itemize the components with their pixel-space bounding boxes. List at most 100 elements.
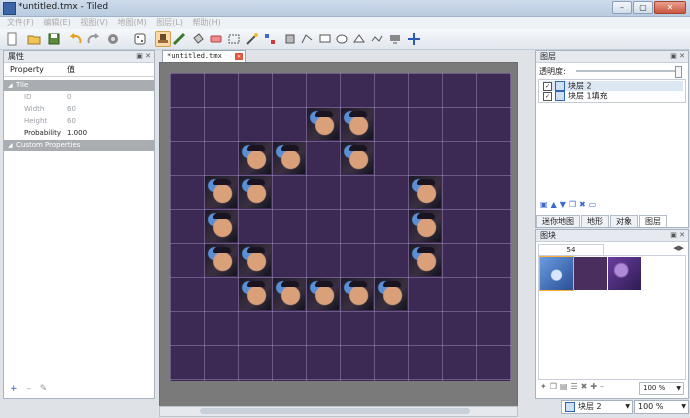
select-objects-icon[interactable] <box>283 32 297 46</box>
map-tile <box>273 278 305 310</box>
tileset-tab[interactable]: 54 <box>538 244 604 255</box>
tileset-scroll-arrows[interactable]: ◀▶ <box>673 244 684 252</box>
random-mode-icon[interactable] <box>106 32 120 46</box>
properties-header: Property 值 <box>4 64 154 77</box>
new-tileset-icon[interactable]: ✦ <box>540 382 550 391</box>
tab-minimap[interactable]: 迷你地图 <box>536 215 580 227</box>
layer-visible-checkbox[interactable]: ✓ <box>543 81 552 91</box>
horizontal-scrollbar[interactable] <box>159 406 518 417</box>
tile-section-header[interactable]: ◢ Tile <box>4 80 154 91</box>
window-title: *untitled.tmx - Tiled <box>18 2 109 12</box>
menu-layer[interactable]: 图层(L) <box>156 17 183 29</box>
map-canvas[interactable] <box>159 62 518 407</box>
current-layer-select[interactable]: 块层 2 ▼ <box>561 400 633 414</box>
add-icon[interactable]: ✚ <box>590 382 600 391</box>
tile-layer-icon <box>555 81 565 91</box>
maximize-button[interactable]: ▢ <box>633 1 653 14</box>
tiled-app-icon <box>3 2 16 15</box>
terrain-brush-icon[interactable] <box>172 32 186 46</box>
map-tile <box>273 142 305 174</box>
lower-layer-icon[interactable]: ▼ <box>560 200 569 209</box>
custom-properties-section[interactable]: ◢ Custom Properties <box>4 140 154 151</box>
duplicate-layer-icon[interactable]: ❐ <box>569 200 579 209</box>
property-row: Width 60 <box>24 105 76 113</box>
tab-layers[interactable]: 图层 <box>639 215 667 227</box>
layer-item[interactable]: ✓ 块层 1填充 <box>543 91 608 101</box>
properties-icon[interactable]: ☰ <box>570 382 580 391</box>
import-icon[interactable]: ❐ <box>550 382 560 391</box>
tile-thumbnail[interactable] <box>539 256 574 291</box>
document-tab[interactable]: *untitled.tmx ✕ <box>162 50 246 62</box>
tile-thumbnail[interactable] <box>608 257 641 290</box>
move-icon[interactable] <box>407 32 421 46</box>
menu-map[interactable]: 地图(M) <box>118 17 147 29</box>
map-tile <box>205 176 237 208</box>
close-tab-icon[interactable]: ✕ <box>235 53 243 60</box>
export-icon[interactable]: ▤ <box>560 382 571 391</box>
properties-panel-title: 属性 ▣ ✕ <box>4 51 154 63</box>
redo-icon[interactable] <box>86 32 100 46</box>
property-row: ID 0 <box>24 93 72 101</box>
tile-thumbnail[interactable] <box>574 257 607 290</box>
property-row[interactable]: Probability 1.000 <box>4 128 154 139</box>
stamp-brush-icon[interactable] <box>155 31 171 47</box>
dice-icon[interactable] <box>133 32 147 46</box>
tab-objects[interactable]: 对象 <box>610 215 638 227</box>
property-column-header: Property <box>10 65 44 74</box>
tab-terrain[interactable]: 地形 <box>581 215 609 227</box>
raise-layer-icon[interactable]: ▲ <box>551 200 560 209</box>
insert-ellipse-icon[interactable] <box>335 32 349 46</box>
minimize-button[interactable]: – <box>612 1 632 14</box>
tile-layer-icon <box>555 91 565 101</box>
magic-wand-icon[interactable] <box>245 32 259 46</box>
layer-actions: ▣▲▼❐✖▭ <box>540 200 599 209</box>
insert-tile-icon[interactable] <box>388 32 402 46</box>
opacity-label: 透明度: <box>539 67 566 76</box>
panel-float-close-icon[interactable]: ▣ ✕ <box>670 51 685 62</box>
map-tile <box>239 142 271 174</box>
tileset-zoom-select[interactable]: 100 % ▼ <box>639 382 684 395</box>
menu-help[interactable]: 帮助(H) <box>192 17 220 29</box>
zoom-select[interactable]: 100 % ▼ <box>634 400 689 414</box>
tile-layer-icon <box>565 401 575 412</box>
tileset-view[interactable] <box>538 255 686 380</box>
delete-tileset-icon[interactable]: ✖ <box>581 382 591 391</box>
eraser-icon[interactable] <box>209 32 223 46</box>
insert-polyline-icon[interactable] <box>370 32 384 46</box>
panel-float-close-icon[interactable]: ▣ ✕ <box>670 230 685 241</box>
menu-file[interactable]: 文件(F) <box>7 17 34 29</box>
layers-panel-title: 图层 ▣ ✕ <box>536 51 688 63</box>
scrollbar-thumb[interactable] <box>200 408 470 414</box>
edit-polygons-icon[interactable] <box>300 32 314 46</box>
map-tile <box>205 244 237 276</box>
edit-property-button[interactable]: ✎ <box>40 384 48 394</box>
remove-property-button[interactable]: – <box>26 384 31 394</box>
tileset-actions: ✦❐▤☰✖✚– <box>540 382 607 391</box>
layer-visible-checkbox[interactable]: ✓ <box>543 91 552 101</box>
new-layer-icon[interactable]: ▣ <box>540 200 551 209</box>
delete-layer-icon[interactable]: ✖ <box>579 200 589 209</box>
undo-icon[interactable] <box>69 32 83 46</box>
layer-item[interactable]: ✓ 块层 2 <box>543 81 683 91</box>
insert-polygon-icon[interactable] <box>352 32 366 46</box>
map-tile <box>375 278 407 310</box>
remove-icon[interactable]: – <box>600 382 607 391</box>
menu-view[interactable]: 视图(V) <box>80 17 108 29</box>
new-file-icon[interactable] <box>5 32 19 46</box>
toggle-others-icon[interactable]: ▭ <box>589 200 600 209</box>
rect-select-icon[interactable] <box>227 32 241 46</box>
bucket-fill-icon[interactable] <box>191 32 205 46</box>
insert-rectangle-icon[interactable] <box>318 32 332 46</box>
panel-float-close-icon[interactable]: ▣ ✕ <box>136 51 151 62</box>
opacity-slider[interactable] <box>576 66 682 78</box>
select-same-tile-icon[interactable] <box>263 32 277 46</box>
save-icon[interactable] <box>47 32 61 46</box>
add-property-button[interactable]: + <box>10 384 18 394</box>
menu-edit[interactable]: 编辑(E) <box>43 17 70 29</box>
open-file-icon[interactable] <box>27 32 41 46</box>
close-button[interactable]: ✕ <box>654 1 686 14</box>
value-column-header: 值 <box>67 65 75 74</box>
opacity-slider-handle[interactable] <box>675 66 682 78</box>
tile-map[interactable] <box>170 73 511 381</box>
map-tile <box>239 244 271 276</box>
